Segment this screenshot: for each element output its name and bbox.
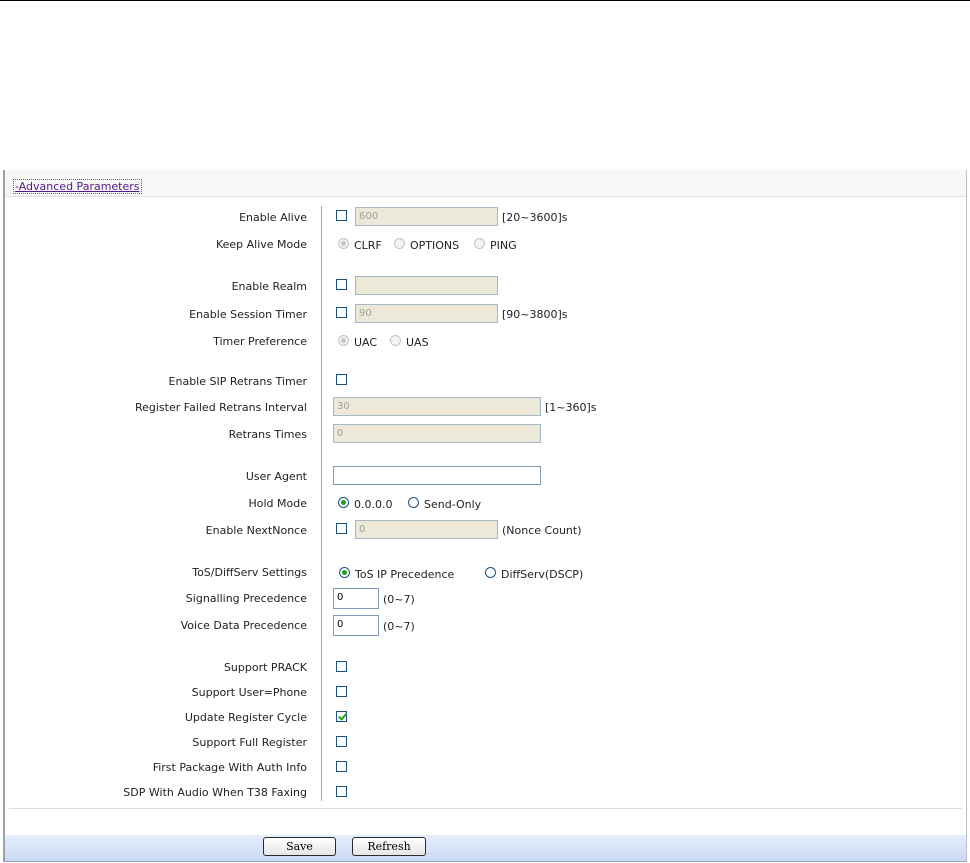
row-enable-alive: Enable Alive 600 [20~3600]s xyxy=(5,207,965,227)
top-rule xyxy=(0,0,970,1)
keep-alive-clrf-radio[interactable] xyxy=(338,238,349,249)
save-button[interactable]: Save xyxy=(263,837,336,856)
nonce-count-text: (Nonce Count) xyxy=(502,524,582,537)
retrans-times-input[interactable]: 0 xyxy=(333,424,541,443)
row-keep-alive-mode: Keep Alive Mode CLRF OPTIONS PING xyxy=(5,234,965,254)
keep-alive-ping-label: PING xyxy=(490,239,517,252)
sdp-audio-t38-label: SDP With Audio When T38 Faxing xyxy=(123,786,307,799)
tos-ip-precedence-label: ToS IP Precedence xyxy=(355,568,455,581)
first-package-auth-label: First Package With Auth Info xyxy=(152,761,307,774)
tos-ip-precedence-radio[interactable] xyxy=(339,567,350,578)
enable-sip-retrans-timer-label: Enable SIP Retrans Timer xyxy=(168,375,307,388)
enable-session-timer-checkbox[interactable] xyxy=(336,307,347,318)
timer-uas-radio[interactable] xyxy=(390,335,401,346)
row-enable-session-timer: Enable Session Timer 90 [90~3800]s xyxy=(5,304,965,324)
keep-alive-ping-radio[interactable] xyxy=(474,238,485,249)
hold-mode-0000-radio[interactable] xyxy=(338,497,349,508)
user-agent-input[interactable] xyxy=(333,466,541,485)
advanced-parameters-toggle[interactable]: -Advanced Parameters xyxy=(13,179,142,194)
enable-alive-label: Enable Alive xyxy=(239,211,307,224)
support-full-register-label: Support Full Register xyxy=(192,736,307,749)
keep-alive-mode-label: Keep Alive Mode xyxy=(215,238,307,251)
enable-nextnonce-label: Enable NextNonce xyxy=(205,524,307,537)
row-signalling-precedence: Signalling Precedence 0 (0~7) xyxy=(5,588,965,609)
hold-mode-send-only-label: Send-Only xyxy=(424,498,482,511)
update-register-cycle-checkbox[interactable] xyxy=(336,711,347,722)
keep-alive-options-label: OPTIONS xyxy=(410,239,460,252)
signalling-precedence-label: Signalling Precedence xyxy=(185,592,307,605)
register-failed-retrans-interval-input[interactable]: 30 xyxy=(333,397,541,416)
enable-sip-retrans-timer-checkbox[interactable] xyxy=(336,374,347,385)
row-voice-data-precedence: Voice Data Precedence 0 (0~7) xyxy=(5,615,965,636)
button-bar xyxy=(5,835,966,861)
row-timer-preference: Timer Preference UAC UAS xyxy=(5,331,965,351)
update-register-cycle-label: Update Register Cycle xyxy=(184,711,307,724)
register-failed-retrans-interval-label: Register Failed Retrans Interval xyxy=(134,401,307,414)
first-package-auth-checkbox[interactable] xyxy=(336,761,347,772)
realm-input[interactable] xyxy=(355,276,498,295)
row-update-register-cycle: Update Register Cycle xyxy=(5,707,965,727)
session-timer-range-text: [90~3800]s xyxy=(502,308,568,321)
row-tos-diffserv: ToS/DiffServ Settings ToS IP Precedence … xyxy=(5,562,965,582)
row-user-agent: User Agent xyxy=(5,466,965,486)
voice-data-precedence-label: Voice Data Precedence xyxy=(180,619,307,632)
row-support-full-register: Support Full Register xyxy=(5,732,965,752)
register-failed-retrans-range-text: [1~360]s xyxy=(545,401,597,414)
timer-preference-label: Timer Preference xyxy=(213,335,307,348)
row-register-failed-retrans-interval: Register Failed Retrans Interval 30 [1~3… xyxy=(5,397,965,417)
signalling-precedence-input[interactable]: 0 xyxy=(333,588,379,609)
refresh-button[interactable]: Refresh xyxy=(352,837,426,856)
bottom-rule xyxy=(9,808,962,809)
row-hold-mode: Hold Mode 0.0.0.0 Send-Only xyxy=(5,493,965,513)
panel-header: -Advanced Parameters xyxy=(5,170,966,197)
support-full-register-checkbox[interactable] xyxy=(336,736,347,747)
row-enable-realm: Enable Realm xyxy=(5,276,965,296)
timer-uas-label: UAS xyxy=(406,336,429,349)
support-user-phone-label: Support User=Phone xyxy=(191,686,307,699)
timer-uac-label: UAC xyxy=(354,336,378,349)
voice-data-precedence-input[interactable]: 0 xyxy=(333,615,379,636)
support-prack-checkbox[interactable] xyxy=(336,661,347,672)
hold-mode-0000-label: 0.0.0.0 xyxy=(354,498,393,511)
user-agent-label: User Agent xyxy=(245,470,307,483)
nextnonce-input[interactable]: 0 xyxy=(355,520,498,539)
voice-data-precedence-range-text: (0~7) xyxy=(383,620,415,633)
row-support-user-phone: Support User=Phone xyxy=(5,682,965,702)
enable-realm-label: Enable Realm xyxy=(231,280,307,293)
keep-alive-options-radio[interactable] xyxy=(394,238,405,249)
alive-range-text: [20~3600]s xyxy=(502,211,568,224)
enable-realm-checkbox[interactable] xyxy=(336,279,347,290)
diffserv-dscp-radio[interactable] xyxy=(485,567,496,578)
hold-mode-label: Hold Mode xyxy=(248,497,307,510)
row-sdp-audio-t38: SDP With Audio When T38 Faxing xyxy=(5,782,965,802)
alive-interval-input[interactable]: 600 xyxy=(355,207,498,226)
row-first-package-auth: First Package With Auth Info xyxy=(5,757,965,777)
timer-uac-radio[interactable] xyxy=(338,335,349,346)
session-timer-input[interactable]: 90 xyxy=(355,304,498,323)
diffserv-dscp-label: DiffServ(DSCP) xyxy=(501,568,584,581)
keep-alive-clrf-label: CLRF xyxy=(354,239,382,252)
retrans-times-label: Retrans Times xyxy=(228,428,307,441)
row-retrans-times: Retrans Times 0 xyxy=(5,424,965,444)
hold-mode-send-only-radio[interactable] xyxy=(408,497,419,508)
row-enable-sip-retrans-timer: Enable SIP Retrans Timer xyxy=(5,371,965,391)
tos-diffserv-label: ToS/DiffServ Settings xyxy=(192,566,307,579)
enable-session-timer-label: Enable Session Timer xyxy=(189,308,307,321)
signalling-precedence-range-text: (0~7) xyxy=(383,593,415,606)
row-support-prack: Support PRACK xyxy=(5,657,965,677)
support-prack-label: Support PRACK xyxy=(223,661,307,674)
enable-alive-checkbox[interactable] xyxy=(336,210,347,221)
sdp-audio-t38-checkbox[interactable] xyxy=(336,786,347,797)
support-user-phone-checkbox[interactable] xyxy=(336,686,347,697)
row-enable-nextnonce: Enable NextNonce 0 (Nonce Count) xyxy=(5,520,965,540)
enable-nextnonce-checkbox[interactable] xyxy=(336,523,347,534)
advanced-parameters-panel: -Advanced Parameters Enable Alive 600 [2… xyxy=(3,170,967,862)
